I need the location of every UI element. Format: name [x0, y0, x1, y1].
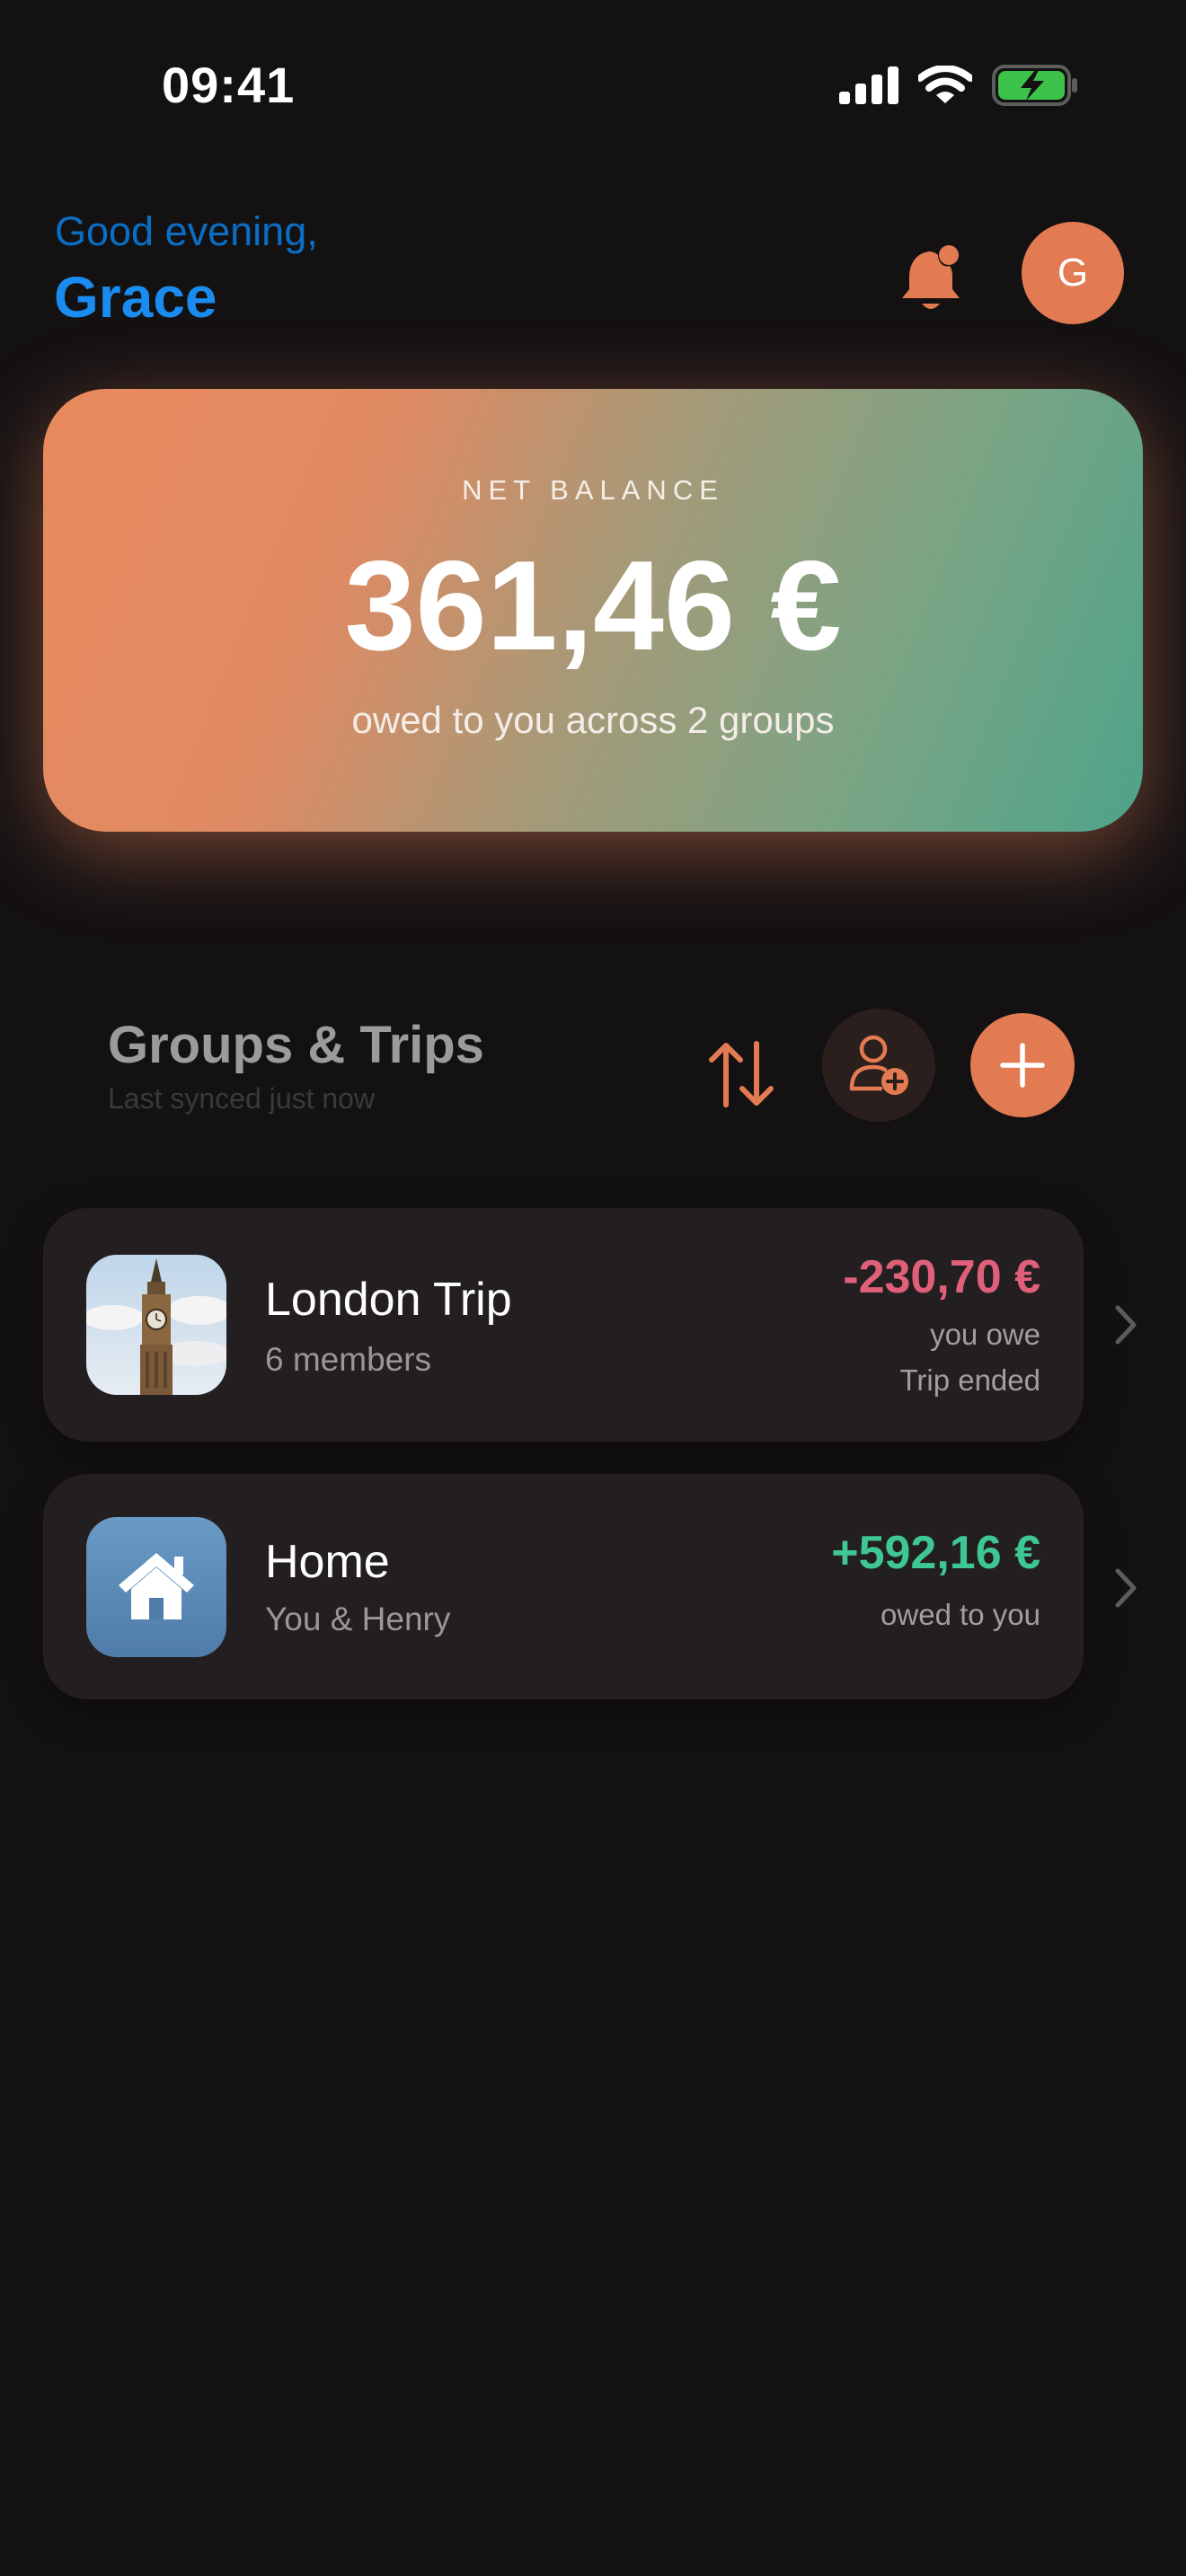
- house-icon: [86, 1517, 226, 1657]
- trip-status: Trip ended: [899, 1363, 1040, 1397]
- group-card-home[interactable]: Home You & Henry +592,16 € owed to you: [43, 1474, 1084, 1699]
- add-member-button[interactable]: [822, 1009, 935, 1122]
- battery-charging-icon: [992, 65, 1077, 106]
- group-balance-amount: +592,16 €: [831, 1527, 1040, 1579]
- status-time: 09:41: [162, 57, 296, 113]
- group-members: 6 members: [265, 1341, 432, 1378]
- sync-status: Last synced just now: [108, 1082, 376, 1115]
- chevron-right-icon[interactable]: [1112, 1304, 1139, 1345]
- avatar-initial: G: [1057, 251, 1089, 295]
- balance-amount: 361,46 €: [344, 534, 842, 677]
- groups-section-header: Groups & Trips Last synced just now: [0, 997, 1186, 1141]
- chevron-right-icon[interactable]: [1112, 1567, 1139, 1609]
- group-members: You & Henry: [265, 1601, 451, 1637]
- header: Good evening, Grace G: [0, 198, 1186, 341]
- group-balance-note: owed to you: [881, 1598, 1040, 1631]
- user-name: Grace: [54, 265, 217, 330]
- balance-label: NET BALANCE: [462, 474, 724, 506]
- greeting-text: Good evening,: [55, 208, 318, 254]
- group-card-london-trip[interactable]: London Trip 6 members -230,70 € you owe …: [43, 1208, 1084, 1442]
- add-person-icon: [849, 1035, 908, 1095]
- group-name: Home: [265, 1536, 390, 1588]
- status-bar: 09:41: [0, 0, 1186, 171]
- wifi-icon: [918, 66, 972, 103]
- group-name: London Trip: [265, 1274, 512, 1326]
- group-balance-note: you owe: [930, 1318, 1040, 1351]
- cellular-signal-icon: [839, 66, 898, 104]
- notification-bell-icon[interactable]: [898, 243, 967, 314]
- net-balance-card[interactable]: NET BALANCE 361,46 € owed to you across …: [43, 389, 1143, 832]
- balance-subtitle: owed to you across 2 groups: [351, 699, 835, 741]
- section-title: Groups & Trips: [108, 1016, 484, 1074]
- sort-icon[interactable]: [701, 1033, 782, 1114]
- group-balance-amount: -230,70 €: [843, 1251, 1040, 1303]
- add-group-button[interactable]: [970, 1013, 1075, 1117]
- big-ben-icon: [86, 1255, 226, 1395]
- plus-icon: [1000, 1043, 1045, 1088]
- avatar[interactable]: G: [1022, 222, 1124, 324]
- status-icons: [839, 65, 1078, 106]
